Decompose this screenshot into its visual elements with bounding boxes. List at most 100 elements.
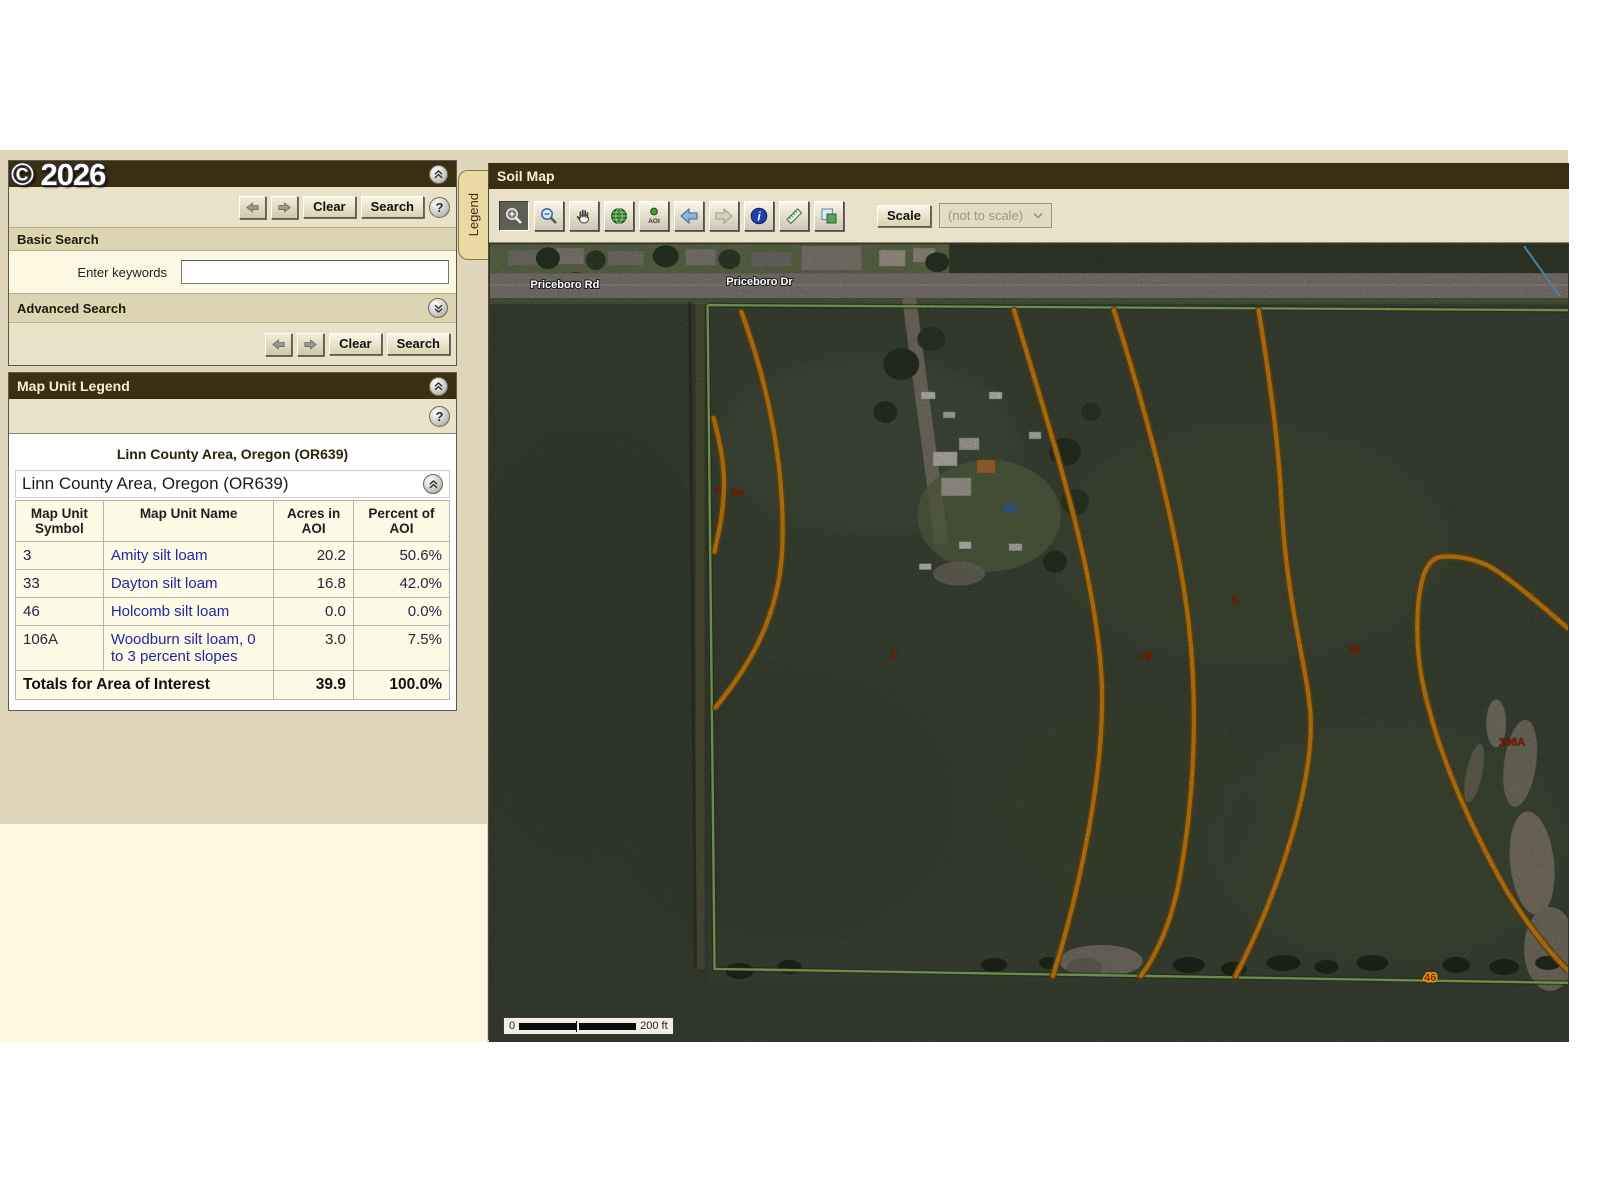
help-button[interactable]: ?: [429, 197, 450, 218]
zoom-in-button[interactable]: [499, 201, 529, 231]
col-acres: Acres in AOI: [274, 501, 354, 542]
legend-help-button[interactable]: ?: [429, 406, 450, 427]
soil-map-header: Soil Map: [489, 163, 1569, 189]
basic-search-header[interactable]: Basic Search: [9, 227, 456, 251]
previous-button-2[interactable]: [265, 333, 292, 356]
content-area: © 2026 Clear Search ?: [0, 150, 1568, 1042]
map-viewport[interactable]: Priceboro Rd Priceboro Dr 3 33 3 33 3 33…: [489, 243, 1569, 1042]
map-unit-name-link[interactable]: Dayton silt loam: [111, 575, 218, 592]
map-unit-symbol: 46: [16, 598, 104, 626]
full-extent-button[interactable]: [604, 201, 634, 231]
col-percent: Percent of AOI: [353, 501, 449, 542]
svg-text:AOI: AOI: [648, 218, 660, 225]
map-unit-name-link[interactable]: Woodburn silt loam, 0 to 3 percent slope…: [111, 631, 256, 665]
chevron-down-icon: [1033, 212, 1043, 219]
ruler-icon: [784, 206, 804, 226]
soil-unit-label: 46: [1424, 972, 1436, 984]
scale-button[interactable]: Scale: [877, 205, 931, 227]
legend-toolbar: ?: [9, 399, 456, 434]
percent-value: 0.0%: [353, 598, 449, 626]
scalebar-segment: [519, 1023, 576, 1030]
page: © 2026 Clear Search ?: [0, 0, 1600, 1200]
totals-acres: 39.9: [274, 671, 354, 700]
map-unit-name-link[interactable]: Holcomb silt loam: [111, 603, 229, 620]
measure-button[interactable]: [779, 201, 809, 231]
acres-value: 20.2: [274, 542, 354, 570]
totals-label: Totals for Area of Interest: [16, 671, 274, 700]
soil-unit-label: 3: [715, 485, 721, 497]
left-arrow-icon: [272, 338, 285, 351]
scale-value: (not to scale): [948, 208, 1023, 223]
collapse-search-panel-button[interactable]: [429, 165, 448, 184]
col-symbol: Map Unit Symbol: [16, 501, 104, 542]
double-chevron-up-icon: [433, 169, 444, 180]
collapse-area-button[interactable]: [423, 474, 443, 494]
zoom-out-button[interactable]: [534, 201, 564, 231]
next-button[interactable]: [271, 196, 298, 219]
keywords-row: Enter keywords: [9, 251, 456, 293]
soil-unit-label: 3: [1232, 596, 1238, 608]
keywords-label: Enter keywords: [9, 265, 181, 280]
soil-unit-label: 33: [1348, 644, 1360, 656]
search-panel: © 2026 Clear Search ?: [8, 160, 457, 366]
expand-advanced-search-button[interactable]: [428, 298, 448, 318]
advanced-search-header[interactable]: Advanced Search: [9, 293, 456, 323]
map-scalebar: 0 200 ft: [503, 1017, 674, 1035]
road-label: Priceboro Dr: [726, 276, 793, 288]
clear-button-2[interactable]: Clear: [329, 333, 382, 355]
grain-texture: [490, 244, 1568, 1041]
table-row: 33 Dayton silt loam 16.8 42.0%: [16, 570, 450, 598]
scalebar-distance: 200 ft: [640, 1020, 668, 1032]
search-toolbar-bottom: Clear Search: [9, 323, 456, 365]
map-unit-legend-title: Map Unit Legend: [17, 378, 130, 394]
spatial-query-button[interactable]: [814, 201, 844, 231]
basic-search-title: Basic Search: [17, 232, 99, 247]
legend-tab[interactable]: Legend: [458, 170, 488, 260]
zoom-to-aoi-button[interactable]: AOI: [639, 201, 669, 231]
pan-button[interactable]: [569, 201, 599, 231]
map-unit-legend-panel: Map Unit Legend ? Linn County Area, Oreg…: [8, 372, 457, 711]
collapse-legend-panel-button[interactable]: [429, 377, 448, 396]
map-unit-symbol: 3: [16, 542, 104, 570]
zoom-in-icon: [504, 206, 524, 226]
acres-value: 0.0: [274, 598, 354, 626]
map-unit-symbol: 106A: [16, 626, 104, 671]
table-header-row: Map Unit Symbol Map Unit Name Acres in A…: [16, 501, 450, 542]
question-mark-icon: ?: [436, 200, 444, 215]
map-toolbar: AOI i: [489, 189, 1569, 243]
percent-value: 42.0%: [353, 570, 449, 598]
pan-hand-icon: [574, 206, 594, 226]
zoom-out-icon: [539, 206, 559, 226]
previous-button[interactable]: [239, 196, 266, 219]
previous-view-arrow-icon: [679, 208, 699, 224]
info-icon: i: [749, 206, 769, 226]
left-panel-background: [0, 824, 487, 1042]
question-mark-icon: ?: [436, 409, 444, 424]
legend-body: Linn County Area, Oregon (OR639) Linn Co…: [9, 434, 456, 710]
legend-tab-label: Legend: [466, 193, 481, 236]
clear-button[interactable]: Clear: [303, 196, 356, 218]
search-button-2[interactable]: Search: [387, 333, 450, 355]
identify-button[interactable]: i: [744, 201, 774, 231]
soil-map-title: Soil Map: [497, 168, 555, 184]
table-row: 46 Holcomb silt loam 0.0 0.0%: [16, 598, 450, 626]
soil-area-subrow: Linn County Area, Oregon (OR639): [15, 470, 450, 498]
watermark-text: © 2026: [11, 157, 105, 193]
keywords-input[interactable]: [181, 260, 449, 284]
totals-row: Totals for Area of Interest 39.9 100.0%: [16, 671, 450, 700]
scale-dropdown[interactable]: (not to scale): [939, 203, 1052, 228]
table-row: 3 Amity silt loam 20.2 50.6%: [16, 542, 450, 570]
spatial-query-icon: [819, 206, 839, 226]
soil-unit-label: 3: [891, 649, 897, 661]
search-button[interactable]: Search: [361, 196, 424, 218]
double-chevron-up-icon: [428, 479, 439, 490]
right-arrow-icon: [278, 201, 291, 214]
percent-value: 50.6%: [353, 542, 449, 570]
next-button-2[interactable]: [297, 333, 324, 356]
map-unit-name-link[interactable]: Amity silt loam: [111, 547, 208, 564]
next-view-arrow-icon: [714, 208, 734, 224]
aoi-icon: AOI: [644, 206, 664, 226]
previous-view-button[interactable]: [674, 201, 704, 231]
next-view-button[interactable]: [709, 201, 739, 231]
search-panel-header: © 2026: [9, 161, 456, 187]
